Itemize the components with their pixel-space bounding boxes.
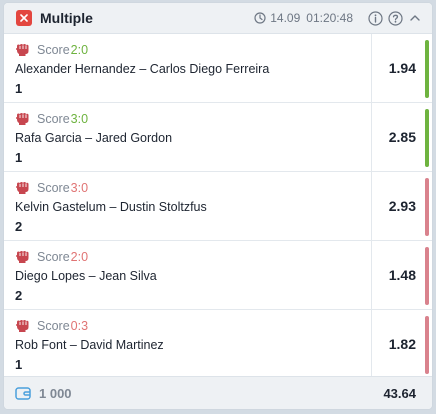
help-icon[interactable]	[388, 10, 403, 26]
bet-date: 14.09	[270, 11, 301, 25]
score-label: Score	[37, 112, 70, 126]
bet-type-title: Multiple	[40, 10, 93, 26]
bet-row[interactable]: Score 2:0 Diego Lopes – Jean Silva 2 1.4…	[4, 241, 432, 310]
result-indicator	[425, 247, 429, 305]
bet-time: 01:20:48	[306, 11, 353, 25]
bet-details: Score 2:0 Diego Lopes – Jean Silva 2	[4, 241, 372, 309]
result-indicator	[425, 109, 429, 167]
event-teams: Alexander Hernandez – Carlos Diego Ferre…	[15, 62, 270, 76]
chevron-up-icon[interactable]	[408, 11, 422, 25]
score-value: 0:3	[70, 319, 89, 333]
event-teams: Rob Font – David Martinez	[15, 338, 164, 352]
bet-details: Score 3:0 Rafa Garcia – Jared Gordon 1	[4, 103, 372, 171]
event-teams: Rafa Garcia – Jared Gordon	[15, 131, 173, 145]
info-icon[interactable]	[368, 10, 383, 26]
event-teams: Diego Lopes – Jean Silva	[15, 269, 157, 283]
bet-details: Score 2:0 Alexander Hernandez – Carlos D…	[4, 34, 372, 102]
fist-icon	[15, 42, 31, 58]
bet-list: Score 2:0 Alexander Hernandez – Carlos D…	[4, 34, 432, 379]
score-value: 2:0	[70, 43, 89, 57]
result-indicator	[425, 178, 429, 236]
score-value: 3:0	[70, 181, 89, 195]
bet-odds: 1.82	[388, 336, 416, 352]
score-line: Score 2:0	[15, 42, 371, 58]
bet-row[interactable]: Score 0:3 Rob Font – David Martinez 1 1.…	[4, 310, 432, 379]
bet-odds: 2.85	[388, 129, 416, 145]
bet-pick: 1	[15, 81, 23, 96]
score-value: 2:0	[70, 250, 89, 264]
score-label: Score	[37, 250, 70, 264]
score-line: Score 2:0	[15, 249, 371, 265]
result-indicator	[425, 40, 429, 98]
fist-icon	[15, 111, 31, 127]
bet-pick: 2	[15, 288, 23, 303]
score-line: Score 3:0	[15, 111, 371, 127]
bet-pick: 1	[15, 150, 23, 165]
stake-amount: 1 000	[39, 385, 72, 401]
bet-odds: 2.93	[388, 198, 416, 214]
bet-row[interactable]: Score 3:0 Kelvin Gastelum – Dustin Stolt…	[4, 172, 432, 241]
total-odds: 43.64	[383, 385, 416, 401]
score-label: Score	[37, 181, 70, 195]
fist-icon	[15, 180, 31, 196]
wallet-icon	[15, 386, 31, 400]
score-line: Score 0:3	[15, 318, 371, 334]
bet-row[interactable]: Score 2:0 Alexander Hernandez – Carlos D…	[4, 34, 432, 103]
fist-icon	[15, 318, 31, 334]
fist-icon	[15, 249, 31, 265]
clock-icon	[254, 12, 266, 24]
card-header: Multiple 14.09 01:20:48	[4, 3, 432, 34]
result-indicator	[425, 316, 429, 374]
bet-details: Score 3:0 Kelvin Gastelum – Dustin Stolt…	[4, 172, 372, 240]
header-meta: 14.09 01:20:48	[254, 10, 422, 26]
close-icon	[20, 14, 28, 22]
event-teams: Kelvin Gastelum – Dustin Stoltzfus	[15, 200, 207, 214]
bet-row[interactable]: Score 3:0 Rafa Garcia – Jared Gordon 1 2…	[4, 103, 432, 172]
bet-pick: 1	[15, 357, 23, 372]
close-button[interactable]	[16, 10, 32, 26]
card-footer: 1 000 43.64	[4, 376, 432, 409]
score-label: Score	[37, 43, 70, 57]
multiple-bet-card: Multiple 14.09 01:20:48 Score 2:0 Alexan…	[3, 2, 433, 410]
bet-details: Score 0:3 Rob Font – David Martinez 1	[4, 310, 372, 378]
score-value: 3:0	[70, 112, 89, 126]
bet-pick: 2	[15, 219, 23, 234]
score-label: Score	[37, 319, 70, 333]
bet-odds: 1.94	[388, 60, 416, 76]
bet-odds: 1.48	[388, 267, 416, 283]
score-line: Score 3:0	[15, 180, 371, 196]
